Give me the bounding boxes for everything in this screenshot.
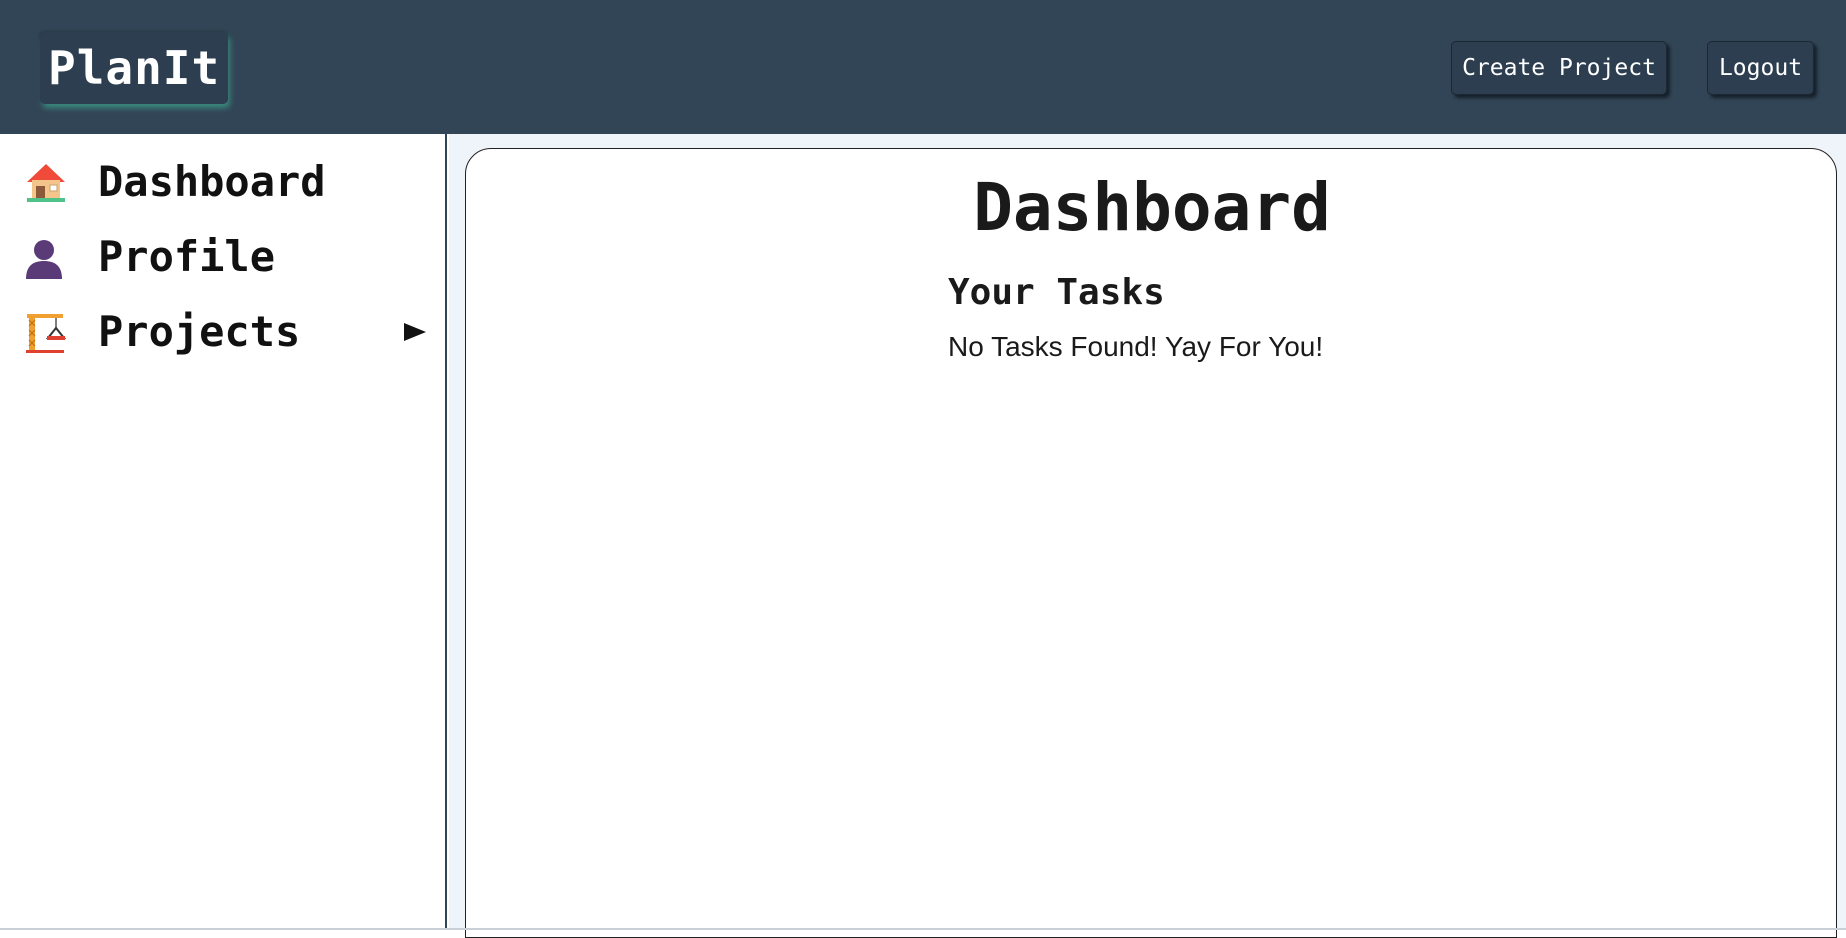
house-icon — [27, 164, 65, 202]
dashboard-panel: Dashboard Your Tasks No Tasks Found! Yay… — [465, 148, 1837, 938]
create-project-button[interactable]: Create Project — [1451, 41, 1667, 95]
sidebar: Dashboard Profile Projects — [0, 134, 447, 928]
empty-tasks-message: No Tasks Found! Yay For You! — [948, 331, 1324, 362]
logout-button[interactable]: Logout — [1707, 41, 1814, 95]
construction-crane-icon — [26, 314, 67, 353]
tasks-heading: Your Tasks — [948, 272, 1165, 313]
sidebar-item-dashboard[interactable]: Dashboard — [0, 150, 447, 214]
top-navbar: PlanIt Create Project Logout — [0, 0, 1846, 134]
expand-arrow-icon[interactable] — [404, 323, 426, 341]
page-title: Dashboard — [973, 169, 1331, 246]
sidebar-item-profile[interactable]: Profile — [0, 225, 447, 289]
sidebar-item-label: Projects — [98, 307, 301, 356]
sidebar-item-label: Dashboard — [98, 157, 326, 206]
sidebar-item-projects[interactable]: Projects — [0, 300, 447, 364]
app-logo[interactable]: PlanIt — [40, 32, 229, 104]
user-icon — [26, 240, 62, 279]
sidebar-item-label: Profile — [98, 232, 276, 281]
